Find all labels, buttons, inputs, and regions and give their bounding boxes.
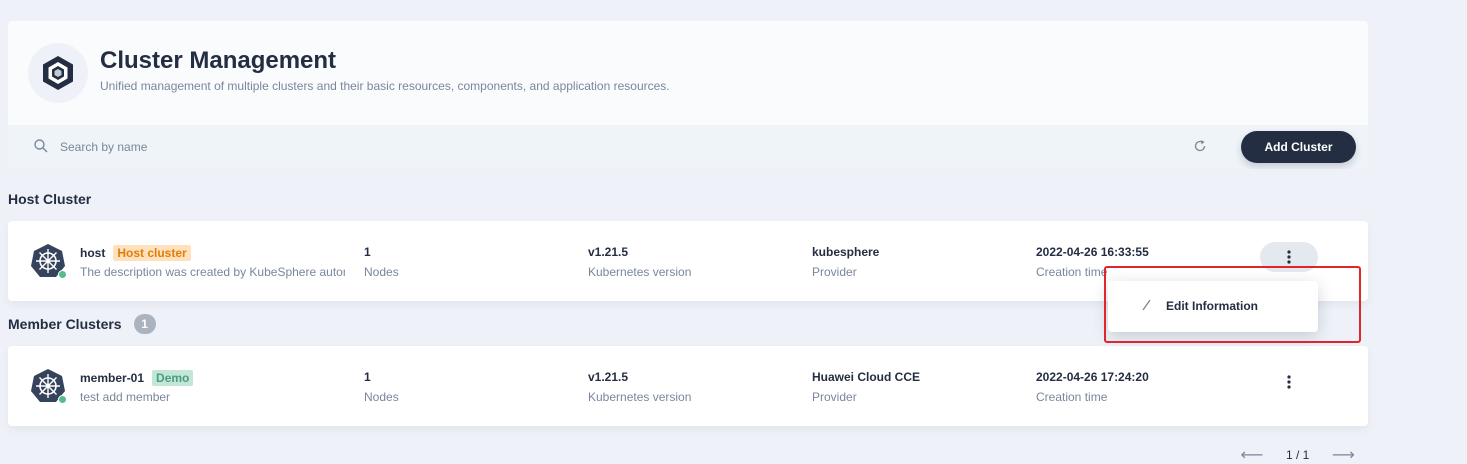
nodes-field: 1 Nodes [364,245,399,279]
provider-label: Provider [812,265,857,279]
dropdown-item-label: Edit Information [1166,299,1258,313]
member-clusters-heading: Member Clusters [8,316,122,332]
provider-value: Huawei Cloud CCE [812,370,921,384]
creation-time-label: Creation time [1036,390,1108,404]
search-input[interactable] [60,137,660,157]
pagination: ⟵ 1 / 1 ⟶ [1240,445,1355,464]
nodes-label: Nodes [364,390,399,404]
page-indicator: 1 / 1 [1286,448,1310,462]
cluster-card-member-01[interactable]: member-01 Demo test add member 1 Nodes v… [8,346,1368,426]
provider-field: Huawei Cloud CCE Provider [812,370,920,404]
cluster-management-logo-icon [28,43,88,103]
member-clusters-section-title: Member Clusters 1 [8,314,156,334]
page-header: Cluster Management Unified management of… [8,21,1368,169]
toolbar: Add Cluster [8,125,1368,169]
nodes-value: 1 [364,370,371,384]
version-value: v1.21.5 [588,245,629,259]
creation-time-value: 2022-04-26 16:33:55 [1036,245,1149,259]
host-cluster-heading: Host Cluster [8,191,92,207]
nodes-label: Nodes [364,265,399,279]
cluster-name[interactable]: host Host cluster [80,245,191,261]
next-page-arrow-icon[interactable]: ⟶ [1331,445,1355,464]
status-running-dot [58,270,67,279]
prev-page-arrow-icon[interactable]: ⟵ [1240,445,1264,464]
version-label: Kubernetes version [588,265,692,279]
version-field: v1.21.5 Kubernetes version [588,245,691,279]
status-running-dot [58,395,67,404]
member-count-badge: 1 [133,314,156,334]
more-vertical-icon [1287,250,1291,264]
demo-tag: Demo [152,370,194,386]
search-icon [34,139,48,153]
cluster-name-text[interactable]: host [80,246,105,260]
version-value: v1.21.5 [588,370,629,384]
creation-time-field: 2022-04-26 16:33:55 Creation time [1036,245,1149,279]
cluster-name-text[interactable]: member-01 [80,371,144,385]
provider-label: Provider [812,390,857,404]
nodes-value: 1 [364,245,371,259]
pencil-icon [1142,299,1151,311]
refresh-icon[interactable] [1193,139,1207,153]
dropdown-item-edit-information[interactable]: Edit Information [1108,281,1318,332]
cluster-description: test add member [80,390,171,404]
creation-time-value: 2022-04-26 17:24:20 [1036,370,1149,384]
page-subtitle: Unified management of multiple clusters … [100,79,670,93]
more-actions-dropdown: Edit Information [1108,281,1318,332]
page-title: Cluster Management [100,47,337,74]
host-cluster-section-title: Host Cluster [8,191,91,207]
creation-time-field: 2022-04-26 17:24:20 Creation time [1036,370,1149,404]
provider-field: kubesphere Provider [812,245,879,279]
provider-value: kubesphere [812,245,880,259]
version-label: Kubernetes version [588,390,692,404]
cluster-description: The description was created by KubeSpher… [80,265,345,279]
more-actions-button[interactable] [1260,367,1318,397]
more-vertical-icon [1287,375,1291,389]
add-cluster-button[interactable]: Add Cluster [1241,131,1356,163]
nodes-field: 1 Nodes [364,370,399,404]
more-actions-button[interactable] [1260,242,1318,272]
creation-time-label: Creation time [1036,265,1108,279]
host-cluster-tag: Host cluster [113,245,191,261]
cluster-name[interactable]: member-01 Demo [80,370,194,386]
version-field: v1.21.5 Kubernetes version [588,370,691,404]
